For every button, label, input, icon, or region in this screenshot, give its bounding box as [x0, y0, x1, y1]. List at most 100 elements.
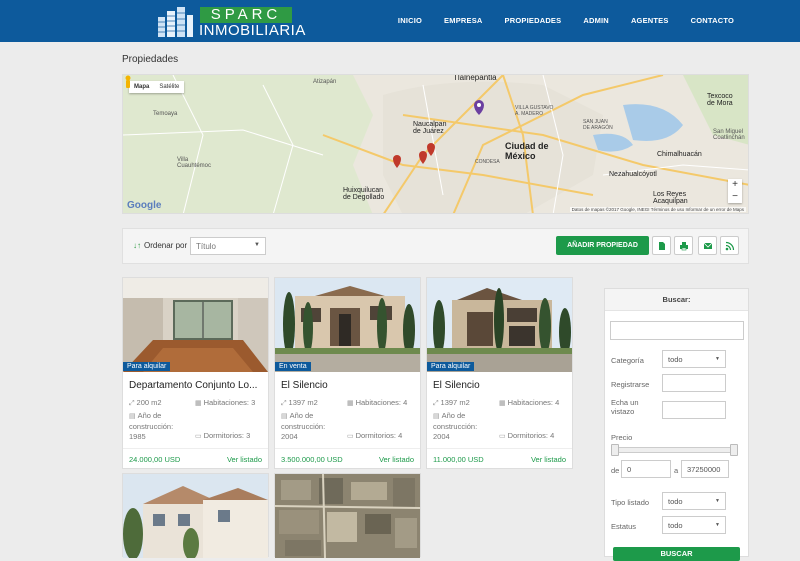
property-area: ⤢ 1397 m2	[281, 398, 318, 407]
property-year: ▤ Año de construcción: 2004	[281, 411, 326, 441]
nav-empresa[interactable]: EMPRESA	[444, 16, 483, 25]
property-beds: ▭ Dormitorios: 4	[499, 431, 555, 440]
bed-icon: ▭	[347, 433, 356, 440]
view-listing-link[interactable]: Ver listado	[531, 455, 566, 464]
property-card[interactable]: Para alquilar El Silencio ⤢ 1397 m2 ▦ Ha…	[426, 277, 573, 469]
property-photo[interactable]	[123, 474, 268, 558]
price-slider-min-handle[interactable]	[611, 444, 619, 456]
nav-admin[interactable]: ADMIN	[583, 16, 609, 25]
nav-propiedades[interactable]: PROPIEDADES	[505, 16, 562, 25]
echa-label: Echa un vistazo	[611, 398, 639, 416]
calendar-icon: ▤	[281, 413, 290, 420]
estatus-label: Estatus	[611, 522, 637, 531]
email-button[interactable]	[698, 236, 717, 255]
property-card[interactable]: En venta El Silencio ⤢ 1397 m2 ▦ Habitac…	[274, 277, 421, 469]
sort-select-value: Título	[196, 242, 217, 251]
property-price: 3.500.000,00 USD	[281, 455, 343, 464]
property-card[interactable]	[122, 473, 269, 558]
properties-map[interactable]: Mapa Satélite Tlalnepantla Naucalpan de …	[122, 74, 749, 214]
nav-inicio[interactable]: INICIO	[398, 16, 422, 25]
chevron-down-icon: ▼	[254, 242, 260, 248]
view-listing-link[interactable]: Ver listado	[379, 455, 414, 464]
property-year: ▤ Año de construcción: 2004	[433, 411, 478, 441]
pegman-icon[interactable]	[123, 75, 133, 89]
price-min-input[interactable]: 0	[621, 460, 671, 478]
property-photo[interactable]	[275, 474, 420, 558]
add-property-button[interactable]: AÑADIR PROPIEDAD	[556, 236, 649, 255]
document-icon	[659, 242, 665, 250]
map-label: VILLA GUSTAVO A. MADERO	[515, 105, 554, 117]
zoom-in-button[interactable]: +	[728, 179, 742, 191]
brand-name: SPARC	[200, 7, 292, 23]
bed-icon: ▭	[499, 433, 508, 440]
map-type-satellite[interactable]: Satélite	[154, 81, 184, 93]
map-label: Temoaya	[153, 111, 178, 117]
sort-select[interactable]: Título ▼	[190, 237, 266, 255]
property-title[interactable]: Departamento Conjunto Lo...	[129, 380, 264, 391]
resize-icon: ⤢	[129, 400, 137, 407]
property-photo[interactable]	[275, 278, 420, 372]
map-type-toggle: Mapa Satélite	[129, 81, 185, 93]
grid-icon: ▦	[499, 400, 508, 407]
property-card[interactable]: Para alquilar Departamento Conjunto Lo..…	[122, 277, 269, 469]
map-label: Atizapán	[313, 79, 337, 85]
property-price: 11.000,00 USD	[433, 455, 484, 464]
map-label: Texcoco de Mora	[707, 93, 733, 107]
print-icon	[680, 242, 688, 251]
view-listing-link[interactable]: Ver listado	[227, 455, 262, 464]
envelope-icon	[703, 242, 713, 249]
building-icon	[158, 7, 193, 37]
zoom-out-button[interactable]: −	[728, 191, 742, 203]
property-photo[interactable]	[427, 278, 572, 372]
sort-icon: ↓↑	[133, 241, 141, 250]
property-area: ⤢ 1397 m2	[433, 398, 470, 407]
map-label: Villa Cuauhtémoc	[177, 157, 212, 169]
nav-contacto[interactable]: CONTACTO	[691, 16, 734, 25]
bed-icon: ▭	[195, 433, 204, 440]
property-beds: ▭ Dormitorios: 4	[347, 431, 403, 440]
calendar-icon: ▤	[129, 413, 138, 420]
keyword-input[interactable]	[610, 321, 744, 340]
property-price: 24.000,00 USD	[129, 455, 181, 464]
listing-toolbar: ↓↑ Ordenar por Título ▼ AÑADIR PROPIEDAD	[122, 228, 749, 264]
price-slider-track[interactable]	[612, 447, 737, 453]
category-label: Categoría	[611, 356, 644, 365]
tipo-select[interactable]: todo ▼	[662, 492, 726, 510]
property-rooms: ▦ Habitaciones: 4	[347, 398, 408, 407]
estatus-value: todo	[668, 521, 683, 530]
rss-button[interactable]	[720, 236, 739, 255]
nav-agentes[interactable]: AGENTES	[631, 16, 669, 25]
print-button[interactable]	[674, 236, 693, 255]
property-title[interactable]: El Silencio	[281, 380, 416, 391]
echa-input[interactable]	[662, 401, 726, 419]
property-photo[interactable]	[123, 278, 268, 372]
tipo-label: Tipo listado	[611, 498, 650, 507]
price-from-label: de	[611, 466, 620, 475]
map-label: Los Reyes Acaquilpan	[653, 191, 688, 205]
map-label: Chimalhuacán	[657, 151, 702, 158]
price-max-input[interactable]: 37250000	[681, 460, 729, 478]
status-badge: Para alquilar	[427, 362, 475, 371]
property-title[interactable]: El Silencio	[433, 380, 568, 391]
sort-label: Ordenar por	[144, 241, 188, 250]
registrarse-input[interactable]	[662, 374, 726, 392]
calendar-icon: ▤	[433, 413, 442, 420]
property-rooms: ▦ Habitaciones: 4	[499, 398, 560, 407]
map-label: Nezahualcóyotl	[609, 171, 657, 178]
brand-logo[interactable]: SPARC INMOBILIARIA	[155, 5, 305, 39]
price-slider-max-handle[interactable]	[730, 444, 738, 456]
map-label: Naucalpan de Juárez	[413, 121, 447, 135]
property-year: ▤ Año de construcción: 1985	[129, 411, 174, 441]
category-select[interactable]: todo ▼	[662, 350, 726, 368]
estatus-select[interactable]: todo ▼	[662, 516, 726, 534]
property-card[interactable]	[274, 473, 421, 558]
grid-icon: ▦	[347, 400, 356, 407]
document-button[interactable]	[652, 236, 671, 255]
page-title: Propiedades	[122, 54, 179, 65]
map-label: Tlalnepantla	[453, 74, 497, 82]
rss-icon	[725, 241, 735, 251]
category-value: todo	[668, 355, 683, 364]
search-button[interactable]: BUSCAR	[613, 547, 740, 561]
property-area: ⤢ 200 m2	[129, 398, 162, 407]
chevron-down-icon: ▼	[715, 356, 720, 362]
